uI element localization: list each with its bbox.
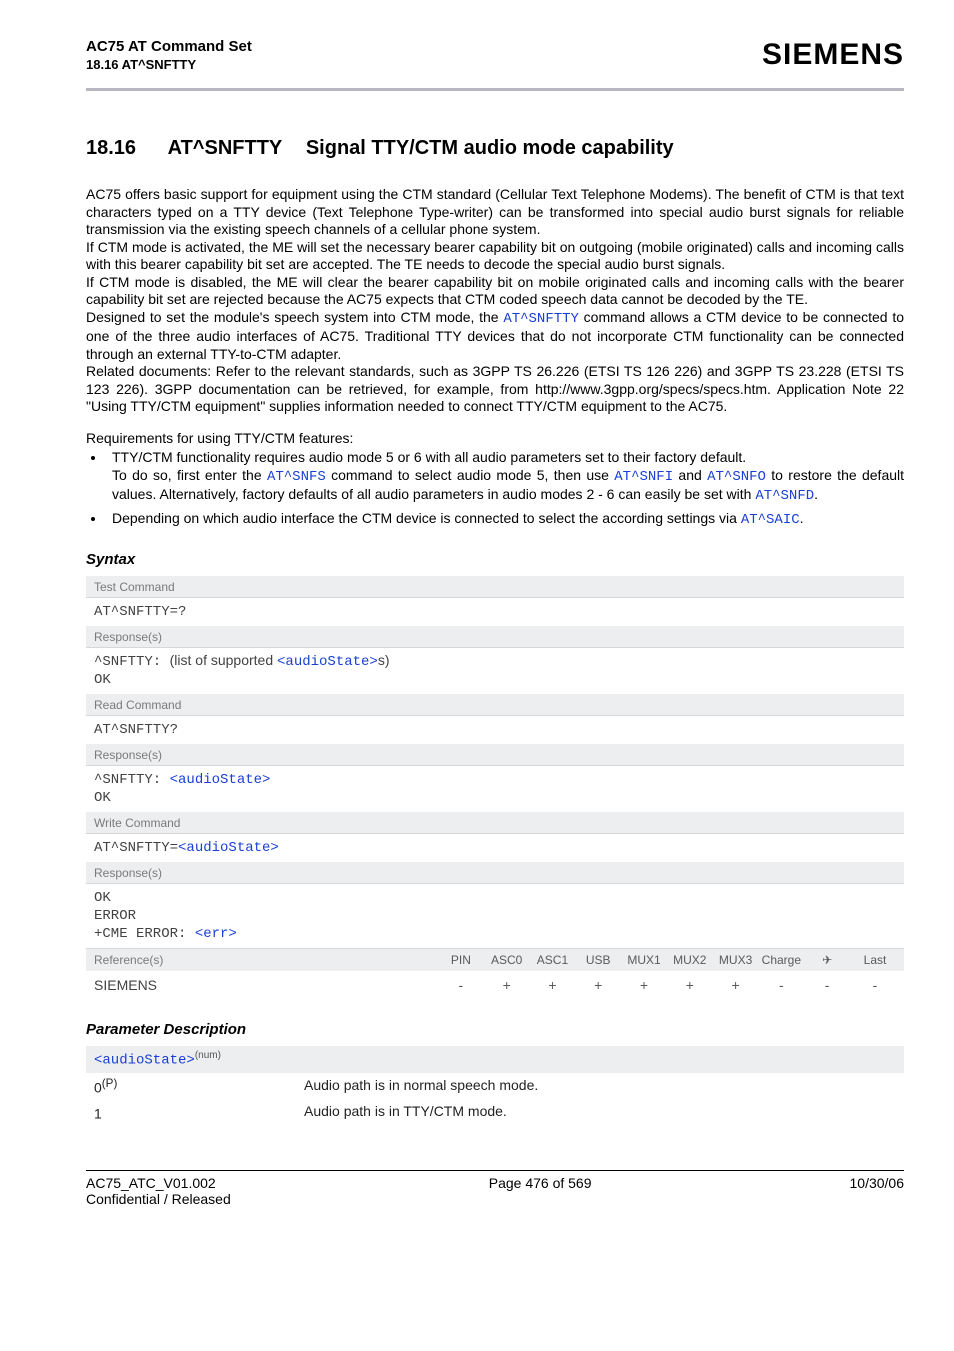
reference-header-row: Reference(s) PIN ASC0 ASC1 USB MUX1 MUX2…: [86, 948, 904, 971]
section-command: AT^SNFTTY: [168, 137, 283, 160]
val-usb: +: [575, 971, 621, 999]
link-at-saic[interactable]: AT^SAIC: [741, 512, 800, 528]
intro-text: AC75 offers basic support for equipment …: [86, 186, 904, 529]
syntax-heading: Syntax: [86, 551, 904, 568]
col-airplane-icon: ✈: [804, 949, 850, 971]
val-asc0: +: [484, 971, 530, 999]
response-label: Response(s): [86, 744, 904, 766]
doc-subtitle: 18.16 AT^SNFTTY: [86, 57, 252, 72]
param-desc-heading: Parameter Description: [86, 1021, 904, 1038]
reference-name: SIEMENS: [86, 971, 438, 999]
read-response: ^SNFTTY: <audioState> OK: [86, 766, 904, 812]
param-desc: Audio path is in normal speech mode.: [304, 1077, 896, 1096]
intro-p1a: AC75 offers basic support for equipment …: [86, 186, 904, 239]
read-command: AT^SNFTTY?: [94, 722, 178, 738]
write-response: OK ERROR +CME ERROR: <err>: [86, 884, 904, 948]
page-footer: AC75_ATC_V01.002 Confidential / Released…: [86, 1171, 904, 1207]
col-usb: USB: [575, 949, 621, 971]
link-at-snfo[interactable]: AT^SNFO: [707, 469, 766, 485]
write-command-label: Write Command: [86, 812, 904, 834]
val-last: -: [850, 971, 904, 999]
list-item: TTY/CTM functionality requires audio mod…: [106, 449, 904, 506]
val-charge: -: [758, 971, 804, 999]
response-label: Response(s): [86, 626, 904, 648]
col-mux1: MUX1: [621, 949, 667, 971]
section-heading-text: Signal TTY/CTM audio mode capability: [306, 137, 674, 159]
param-desc: Audio path is in TTY/CTM mode.: [304, 1103, 896, 1122]
col-charge: Charge: [758, 949, 804, 971]
param-row: 1 Audio path is in TTY/CTM mode.: [86, 1099, 904, 1126]
link-at-snfi[interactable]: AT^SNFI: [614, 469, 673, 485]
col-asc0: ASC0: [484, 949, 530, 971]
footer-doc-id: AC75_ATC_V01.002: [86, 1175, 231, 1191]
col-mux2: MUX2: [667, 949, 713, 971]
col-asc1: ASC1: [530, 949, 576, 971]
val-pin: -: [438, 971, 484, 999]
param-value: 1: [94, 1103, 304, 1122]
val-mux3: +: [713, 971, 759, 999]
val-asc1: +: [530, 971, 576, 999]
requirements-heading: Requirements for using TTY/CTM features:: [86, 430, 904, 448]
link-at-snfd[interactable]: AT^SNFD: [755, 488, 814, 504]
footer-confidential: Confidential / Released: [86, 1191, 231, 1207]
response-label: Response(s): [86, 862, 904, 884]
test-response: ^SNFTTY: (list of supported <audioState>…: [86, 648, 904, 694]
doc-title: AC75 AT Command Set: [86, 38, 252, 55]
link-at-snftty[interactable]: AT^SNFTTY: [503, 311, 579, 327]
test-command-label: Test Command: [86, 576, 904, 598]
write-command: AT^SNFTTY=<audioState>: [86, 834, 904, 862]
val-airplane: -: [804, 971, 850, 999]
section-number: 18.16: [86, 137, 136, 160]
intro-p1b: If CTM mode is activated, the ME will se…: [86, 239, 904, 274]
footer-page-number: Page 476 of 569: [489, 1175, 592, 1207]
col-pin: PIN: [438, 949, 484, 971]
requirements-list: TTY/CTM functionality requires audio mod…: [86, 449, 904, 529]
param-name-header: <audioState>(num): [86, 1046, 904, 1073]
intro-p2: Designed to set the module's speech syst…: [86, 309, 904, 364]
val-mux1: +: [621, 971, 667, 999]
brand-logo: SIEMENS: [762, 38, 904, 72]
col-mux3: MUX3: [713, 949, 759, 971]
section-title: 18.16 AT^SNFTTY Signal TTY/CTM audio mod…: [86, 137, 904, 160]
header-divider: [86, 88, 904, 91]
link-at-snfs[interactable]: AT^SNFS: [267, 469, 326, 485]
list-item: Depending on which audio interface the C…: [106, 510, 904, 530]
reference-value-row: SIEMENS - + + + + + + - - -: [86, 971, 904, 999]
intro-p3: Related documents: Refer to the relevant…: [86, 363, 904, 416]
footer-date: 10/30/06: [850, 1175, 905, 1207]
test-command: AT^SNFTTY=?: [94, 604, 186, 620]
param-value: 0(P): [94, 1077, 304, 1096]
val-mux2: +: [667, 971, 713, 999]
col-last: Last: [850, 949, 904, 971]
read-command-label: Read Command: [86, 694, 904, 716]
intro-p1c: If CTM mode is disabled, the ME will cle…: [86, 274, 904, 309]
reference-label: Reference(s): [86, 949, 438, 971]
param-row: 0(P) Audio path is in normal speech mode…: [86, 1073, 904, 1100]
syntax-table: Test Command AT^SNFTTY=? Response(s) ^SN…: [86, 576, 904, 999]
page-header: AC75 AT Command Set 18.16 AT^SNFTTY SIEM…: [86, 38, 904, 84]
